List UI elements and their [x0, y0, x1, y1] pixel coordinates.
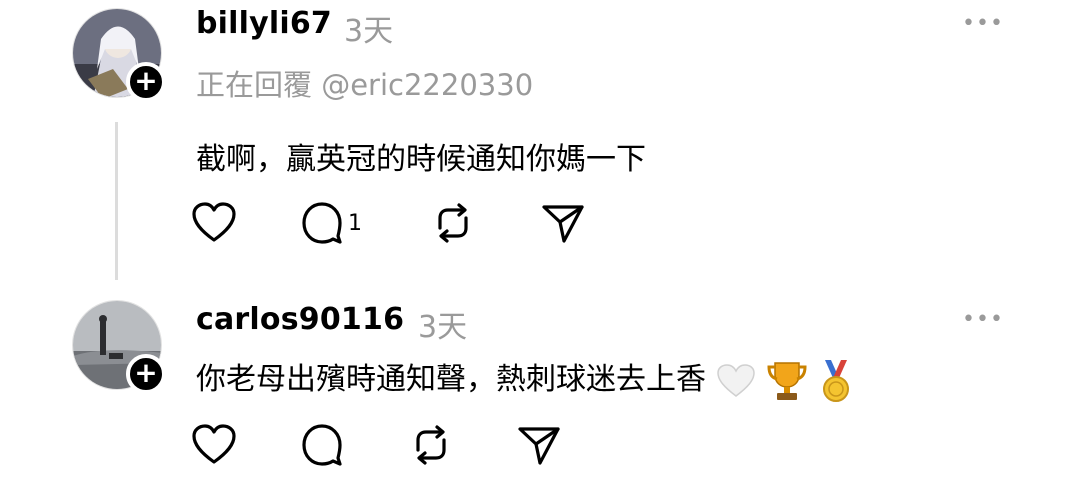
heart-icon	[192, 424, 236, 464]
avatar-container[interactable]: +	[72, 8, 166, 102]
post-text: 截啊，贏英冠的時候通知你媽一下	[196, 142, 646, 177]
reply-post: + carlos90116 3天 ••• 你老母出殯時通知聲，熱刺球迷去上香	[0, 290, 1080, 492]
medal-icon	[822, 359, 849, 402]
action-bar: 1	[190, 200, 610, 246]
repost-icon	[416, 425, 446, 465]
share-button[interactable]	[516, 422, 562, 468]
post-time: 3天	[344, 14, 394, 49]
username[interactable]: billyli67	[196, 6, 332, 41]
share-icon	[518, 427, 560, 465]
like-button[interactable]	[190, 422, 238, 468]
trophy-icon	[767, 361, 807, 400]
repost-button[interactable]	[430, 200, 476, 246]
post-text-content: 你老母出殯時通知聲，熱刺球迷去上香	[196, 362, 706, 397]
white-heart-icon	[716, 363, 755, 397]
username[interactable]: carlos90116	[196, 302, 404, 337]
post-text: 你老母出殯時通知聲，熱刺球迷去上香	[196, 354, 853, 404]
more-options-button[interactable]: •••	[962, 309, 1004, 331]
follow-plus-button[interactable]: +	[126, 62, 166, 102]
comment-button[interactable]	[300, 422, 344, 468]
post-time: 3天	[418, 310, 468, 345]
reply-post: + billyli67 3天 ••• 正在回覆 @eric2220330 截啊，…	[0, 0, 1080, 290]
like-button[interactable]	[190, 200, 238, 246]
thread-line	[115, 122, 118, 280]
repost-icon	[438, 203, 468, 243]
share-icon	[542, 205, 584, 243]
share-button[interactable]	[540, 200, 586, 246]
replying-to-label: 正在回覆 @eric2220330	[196, 68, 534, 102]
comment-icon	[302, 424, 342, 466]
more-options-button[interactable]: •••	[962, 13, 1004, 35]
comment-icon	[302, 202, 342, 244]
avatar-container[interactable]: +	[72, 300, 166, 394]
heart-icon	[192, 202, 236, 242]
follow-plus-button[interactable]: +	[126, 354, 166, 394]
comment-button[interactable]: 1	[300, 200, 362, 246]
comment-count: 1	[348, 210, 362, 236]
action-bar	[190, 422, 610, 468]
repost-button[interactable]	[408, 422, 454, 468]
